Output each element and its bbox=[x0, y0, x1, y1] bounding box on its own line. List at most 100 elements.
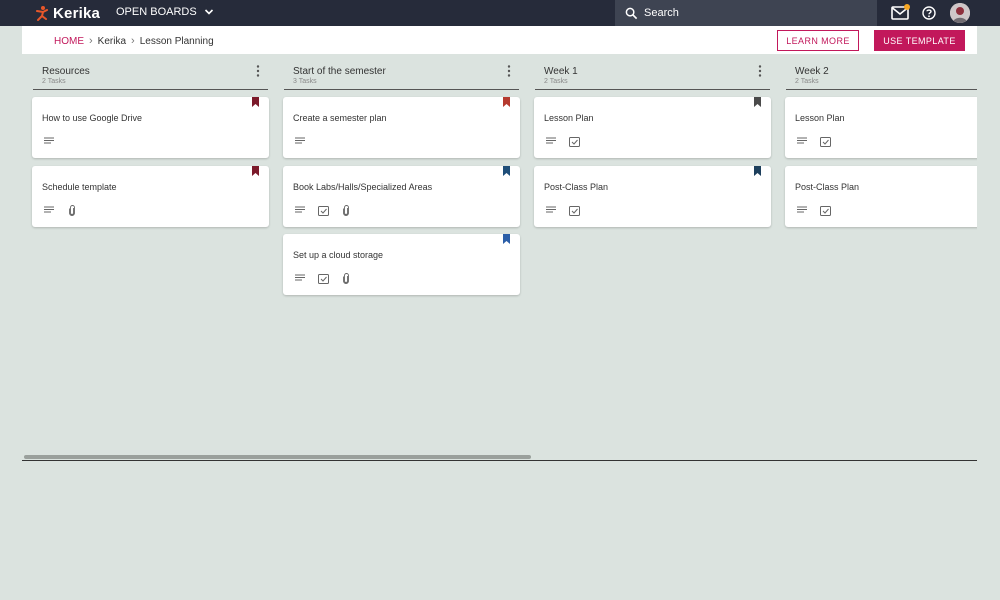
column-header: Week 2 2 Tasks bbox=[786, 54, 977, 90]
task-card-icons bbox=[545, 135, 591, 147]
column-title[interactable]: Week 1 bbox=[544, 66, 578, 77]
description-icon bbox=[43, 135, 55, 147]
use-template-button[interactable]: USE TEMPLATE bbox=[874, 30, 965, 51]
task-card-title: Book Labs/Halls/Specialized Areas bbox=[293, 182, 433, 192]
description-icon bbox=[43, 204, 55, 216]
checklist-icon bbox=[317, 204, 329, 216]
column-week-2: Week 2 2 Tasks Lesson Plan Post-Class Pl… bbox=[785, 54, 977, 227]
task-card-icons bbox=[294, 204, 363, 216]
attachment-icon bbox=[340, 272, 352, 284]
task-card-title: Lesson Plan bbox=[544, 113, 594, 123]
column-title[interactable]: Week 2 bbox=[795, 66, 829, 77]
bookmark-icon bbox=[252, 97, 259, 107]
checklist-icon bbox=[317, 272, 329, 284]
page-background bbox=[0, 461, 1000, 600]
bookmark-icon bbox=[754, 97, 761, 107]
notifications-button[interactable] bbox=[890, 4, 910, 22]
task-card[interactable]: Schedule template bbox=[32, 166, 269, 227]
description-icon bbox=[294, 204, 306, 216]
task-card-icons bbox=[545, 204, 591, 216]
task-card-icons bbox=[294, 135, 317, 147]
task-card[interactable]: Lesson Plan bbox=[534, 97, 771, 158]
task-card[interactable]: Create a semester plan bbox=[283, 97, 520, 158]
checklist-icon bbox=[819, 204, 831, 216]
task-card[interactable]: How to use Google Drive bbox=[32, 97, 269, 158]
avatar[interactable] bbox=[950, 3, 970, 23]
description-icon bbox=[294, 135, 306, 147]
breadcrumb-item-kerika[interactable]: Kerika bbox=[98, 36, 126, 47]
right-margin bbox=[977, 26, 1000, 461]
task-card-title: How to use Google Drive bbox=[42, 113, 143, 123]
help-button[interactable] bbox=[921, 4, 937, 22]
checklist-icon bbox=[568, 204, 580, 216]
task-card-title: Post-Class Plan bbox=[795, 182, 860, 192]
task-card-icons bbox=[43, 204, 89, 216]
search-placeholder: Search bbox=[644, 7, 679, 19]
column-task-count: 2 Tasks bbox=[42, 78, 66, 85]
task-card[interactable]: Set up a cloud storage bbox=[283, 234, 520, 295]
attachment-icon bbox=[340, 204, 352, 216]
more-vert-icon[interactable] bbox=[256, 65, 260, 77]
task-card[interactable]: Lesson Plan bbox=[785, 97, 977, 158]
column-task-count: 2 Tasks bbox=[544, 78, 568, 85]
breadcrumb-home[interactable]: HOME bbox=[54, 36, 84, 47]
user-avatar-icon bbox=[950, 3, 970, 23]
search-icon bbox=[625, 7, 638, 19]
column-start-of-semester: Start of the semester 3 Tasks Create a s… bbox=[283, 54, 520, 295]
column-header: Week 1 2 Tasks bbox=[535, 54, 770, 90]
task-card-icons bbox=[294, 272, 363, 284]
task-card[interactable]: Book Labs/Halls/Specialized Areas bbox=[283, 166, 520, 227]
bookmark-icon bbox=[503, 97, 510, 107]
task-card-title: Post-Class Plan bbox=[544, 182, 609, 192]
task-board: Resources 2 Tasks How to use Google Driv… bbox=[22, 54, 977, 461]
column-header: Start of the semester 3 Tasks bbox=[284, 54, 519, 90]
column-header: Resources 2 Tasks bbox=[33, 54, 268, 90]
column-title[interactable]: Resources bbox=[42, 66, 90, 77]
task-card[interactable]: Post-Class Plan bbox=[534, 166, 771, 227]
bookmark-icon bbox=[252, 166, 259, 176]
search-input[interactable]: Search bbox=[615, 0, 877, 26]
kerika-logo-icon bbox=[36, 6, 48, 21]
chevron-right-icon: › bbox=[89, 35, 93, 47]
task-card[interactable]: Post-Class Plan bbox=[785, 166, 977, 227]
task-card-title: Set up a cloud storage bbox=[293, 250, 384, 260]
more-vert-icon[interactable] bbox=[758, 65, 762, 77]
chevron-right-icon: › bbox=[131, 35, 135, 47]
column-task-count: 3 Tasks bbox=[293, 78, 317, 85]
task-card-title: Schedule template bbox=[42, 182, 117, 192]
breadcrumb-item-current: Lesson Planning bbox=[139, 35, 214, 47]
task-card-icons bbox=[796, 204, 842, 216]
description-icon bbox=[796, 204, 808, 216]
attachment-icon bbox=[66, 204, 78, 216]
learn-more-button[interactable]: LEARN MORE bbox=[777, 30, 859, 51]
kerika-logo[interactable]: Kerika bbox=[34, 4, 100, 22]
chevron-down-icon bbox=[204, 9, 213, 15]
more-vert-icon[interactable] bbox=[507, 65, 511, 77]
breadcrumb: HOME › Kerika › Lesson Planning bbox=[54, 35, 214, 47]
app-name: Kerika bbox=[53, 4, 101, 22]
breadcrumb-bar: HOME › Kerika › Lesson Planning LEARN MO… bbox=[22, 26, 977, 54]
column-task-count: 2 Tasks bbox=[795, 78, 819, 85]
task-card-title: Create a semester plan bbox=[293, 113, 387, 123]
bookmark-icon bbox=[754, 166, 761, 176]
task-card-icons bbox=[796, 135, 842, 147]
checklist-icon bbox=[568, 135, 580, 147]
checklist-icon bbox=[819, 135, 831, 147]
open-boards-menu[interactable]: OPEN BOARDS bbox=[116, 6, 215, 18]
column-resources: Resources 2 Tasks How to use Google Driv… bbox=[32, 54, 269, 227]
bookmark-icon bbox=[503, 234, 510, 244]
description-icon bbox=[796, 135, 808, 147]
bookmark-icon bbox=[503, 166, 510, 176]
notification-dot bbox=[904, 4, 910, 10]
help-icon bbox=[922, 6, 936, 20]
left-margin bbox=[0, 26, 22, 461]
description-icon bbox=[545, 204, 557, 216]
open-boards-label: OPEN BOARDS bbox=[116, 6, 197, 18]
column-title[interactable]: Start of the semester bbox=[293, 66, 386, 77]
task-card-icons bbox=[43, 135, 66, 147]
top-bar: Kerika OPEN BOARDS Search bbox=[0, 0, 1000, 26]
description-icon bbox=[294, 272, 306, 284]
task-card-title: Lesson Plan bbox=[795, 113, 845, 123]
horizontal-scrollbar[interactable] bbox=[24, 455, 531, 459]
column-week-1: Week 1 2 Tasks Lesson Plan Post-Class Pl… bbox=[534, 54, 771, 227]
